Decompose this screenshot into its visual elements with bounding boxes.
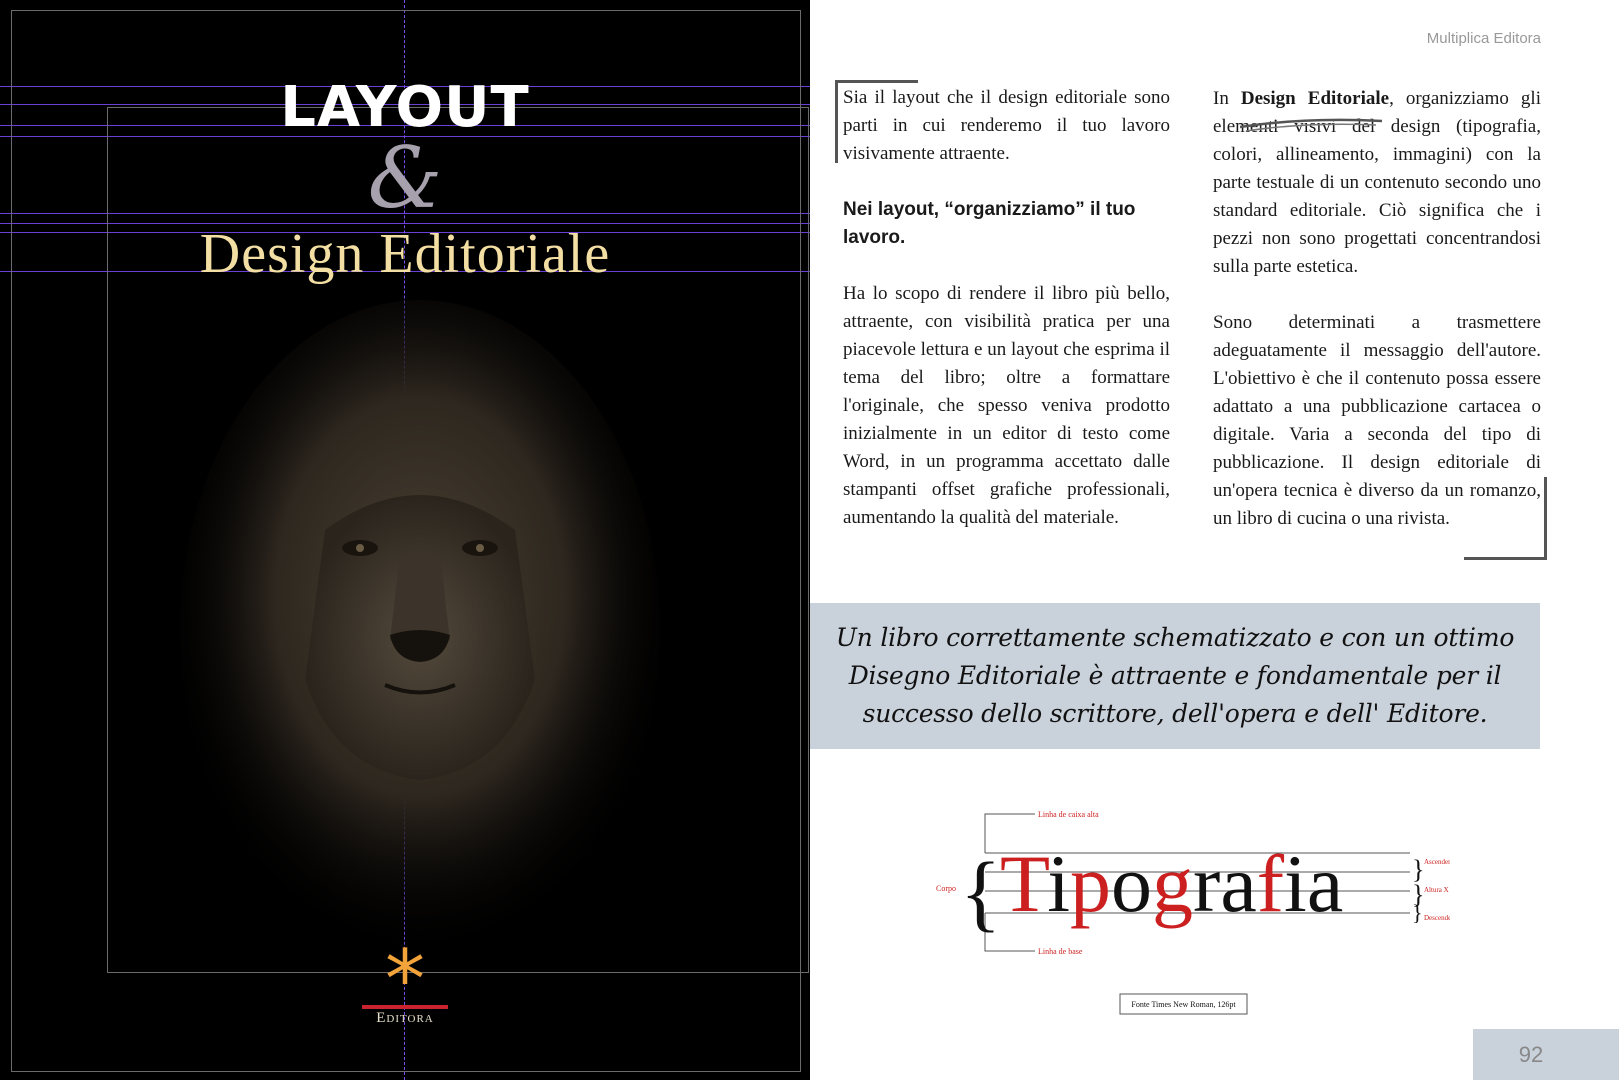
descender-brace: } [1412,900,1423,925]
logo-text: Editora [376,1010,434,1026]
text-fragment: In [1213,88,1241,109]
typography-word: Tipografia [1000,838,1343,929]
underline-swoosh [1239,118,1383,132]
text-column-right: In Design Editoriale, organizziamo gli e… [1213,85,1541,533]
body-brace: { [960,844,1001,940]
quote-box: Un libro correttamente schematizzato e c… [810,603,1540,749]
bold-term: Design Editoriale [1240,88,1390,109]
cover-page: LAYOUT & Design Editoriale * Editora [0,0,810,1080]
label-cap-line: Linha de caixa alta [1038,810,1099,819]
quote-text: Un libro correttamente schematizzato e c… [835,623,1515,728]
label-base-line: Linha de base [1038,947,1083,956]
text-column-left: Sia il layout che il design editoriale s… [843,84,1170,532]
logo-red-bar [362,1005,448,1009]
label-x-height: Altura X [1424,886,1449,894]
publisher-header: Multiplica Editora [1426,30,1541,47]
cover-ampersand: & [367,129,443,227]
label-descenders: Descendentes [1424,914,1450,922]
label-body: Corpo [936,884,956,893]
page-number: 92 [1518,1041,1544,1067]
typography-anatomy-figure: Linha de caixa alta Linha de base { Corp… [936,810,1450,1015]
page-number-box: 92 [1473,1029,1619,1080]
label-ascenders: Ascendentes [1424,858,1450,866]
paragraph-intro: Sia il layout che il design editoriale s… [843,87,1170,164]
paragraph-design-body: Sono determinati a trasmettere adeguatam… [1213,312,1541,529]
paragraph-layout-body: Ha lo scopo di rendere il libro più bell… [843,283,1170,528]
paragraph-layout-heading: Nei layout, “organizziamo” il tuo lavoro… [843,199,1136,248]
cover-subtitle: Design Editoriale [199,223,611,285]
figure-caption: Fonte Times New Roman, 126pt [1131,1000,1236,1009]
